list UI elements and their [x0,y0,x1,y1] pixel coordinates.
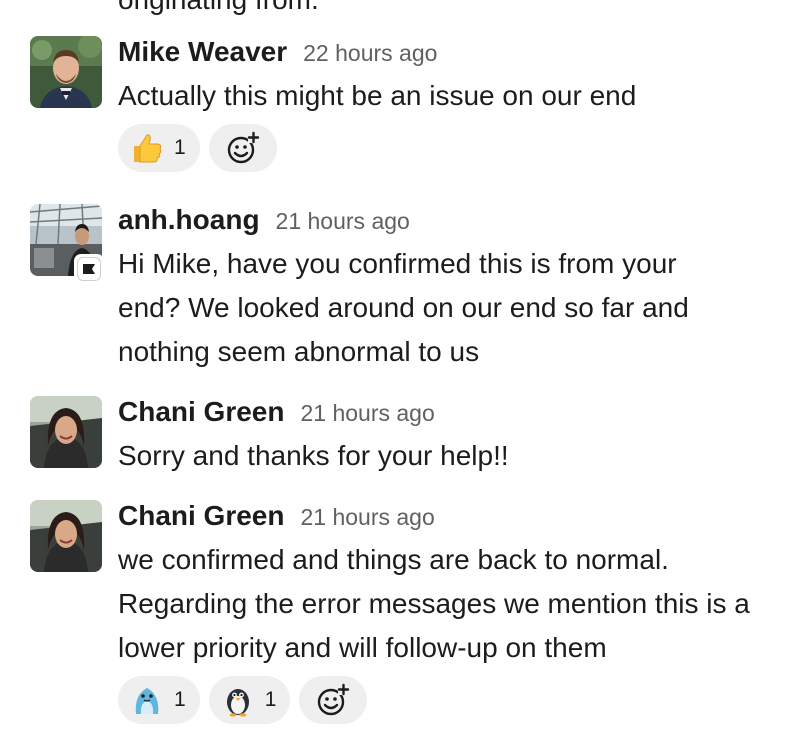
avatar[interactable] [30,396,102,468]
message-anh-hoang: anh.hoang 21 hours ago Hi Mike, have you… [0,204,790,374]
penguin-icon [226,689,249,717]
reaction-blue-seal[interactable]: 1 [118,676,200,724]
reaction-penguin[interactable]: 1 [208,676,291,724]
author-name[interactable]: anh.hoang [118,204,260,236]
reaction-thumbs-up[interactable]: 1 [118,124,200,172]
author-name[interactable]: Chani Green [118,396,284,428]
thumbs-up-icon [134,134,162,163]
message-text: Actually this might be an issue on our e… [118,80,637,111]
timestamp[interactable]: 21 hours ago [300,504,434,531]
flag-icon [83,264,95,274]
add-reaction-button[interactable] [208,124,277,172]
message-header: anh.hoang 21 hours ago [118,204,410,238]
reaction-count: 1 [264,688,277,711]
reactions-bar: 1 [118,124,277,172]
message-text: Sorry and thanks for your help!! [118,440,509,471]
seal-icon [135,688,159,714]
timestamp[interactable]: 21 hours ago [300,400,434,427]
add-emoji-icon [318,683,350,716]
status-badge [74,254,104,284]
timestamp[interactable]: 21 hours ago [276,208,410,235]
message-chani-green: Chani Green 21 hours ago Sorry and thank… [0,396,790,486]
message-text: we confirmed and things are back to norm… [118,544,750,663]
add-emoji-icon [227,131,259,164]
message-chani-green-2: Chani Green 21 hours ago we confirmed an… [0,500,790,740]
reaction-count: 1 [174,688,186,711]
author-name[interactable]: Chani Green [118,500,284,532]
reactions-bar: 1 1 [118,676,368,724]
timestamp[interactable]: 22 hours ago [303,40,437,67]
message-text: Hi Mike, have you confirmed this is from… [118,248,689,367]
add-reaction-button[interactable] [299,676,368,724]
avatar[interactable] [30,36,102,108]
message-header: Mike Weaver 22 hours ago [118,36,437,70]
previous-message-text: originating from. [118,0,319,22]
message-header: Chani Green 21 hours ago [118,396,435,430]
message-mike-weaver: Mike Weaver 22 hours ago Actually this m… [0,36,790,176]
reaction-count: 1 [174,136,186,159]
avatar[interactable] [30,500,102,572]
author-name[interactable]: Mike Weaver [118,36,287,68]
message-header: Chani Green 21 hours ago [118,500,435,534]
